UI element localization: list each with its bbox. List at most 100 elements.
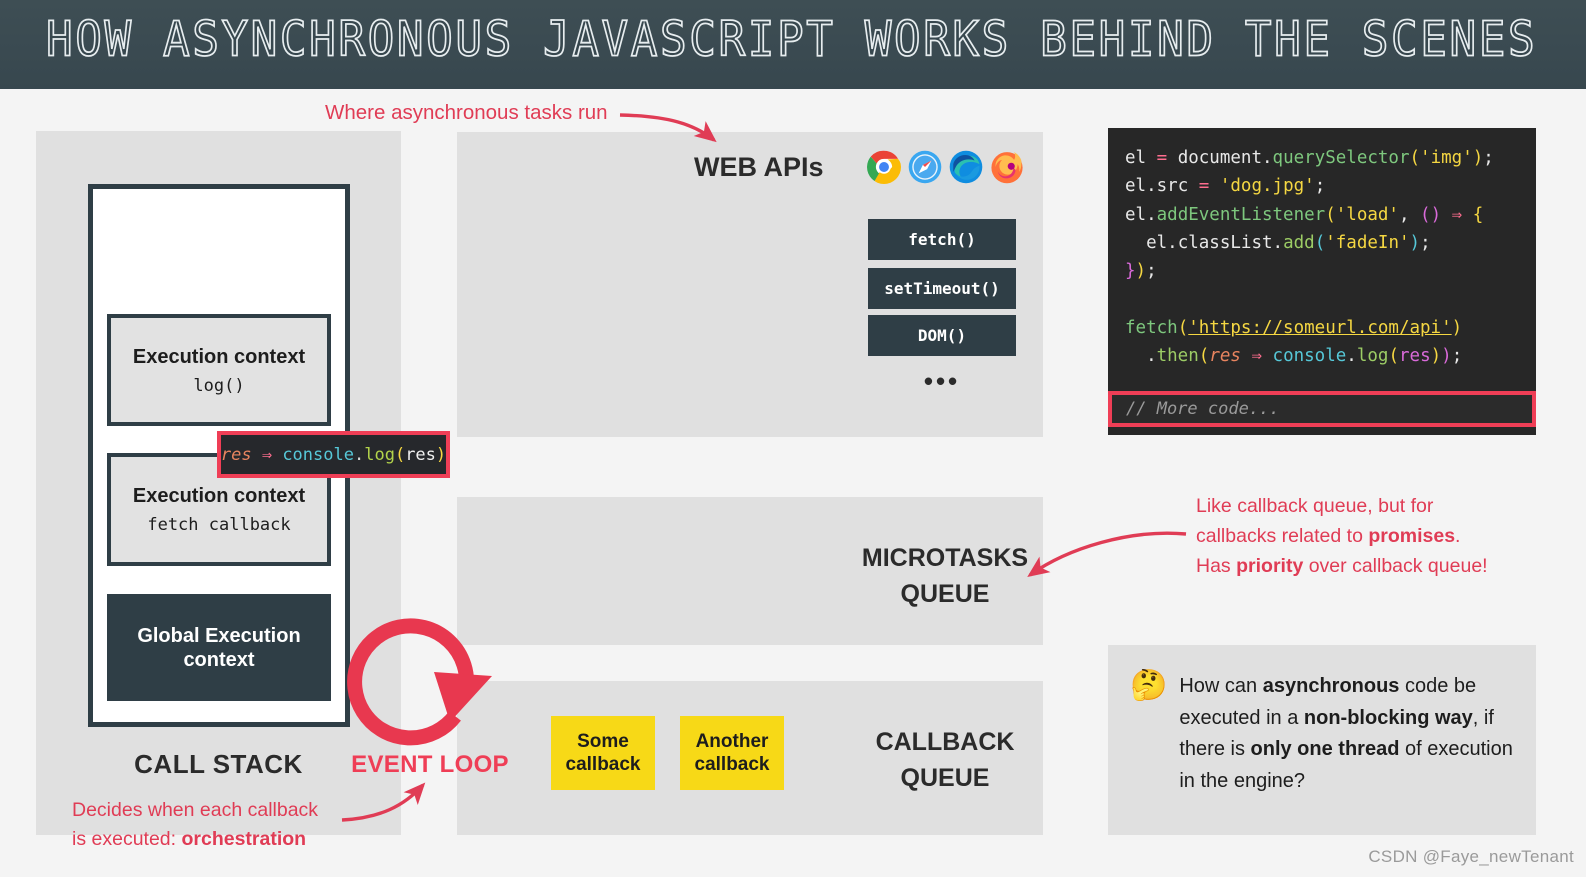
code-token: ): [1135, 261, 1147, 282]
micro-note-promises: promises: [1368, 524, 1456, 547]
callback-card-another[interactable]: Another callback: [680, 716, 784, 790]
code-token: (: [1198, 346, 1210, 367]
code-token: el: [1125, 233, 1168, 254]
global-execution-context: Global Execution context: [107, 594, 331, 701]
code-token: (: [1314, 233, 1326, 254]
code-token: 'fadeIn': [1325, 233, 1410, 254]
code-token: (: [1325, 204, 1336, 225]
browser-icons-group: [867, 150, 1024, 184]
decides-line1: Decides when each callback: [72, 799, 319, 821]
code-line: fetch('https://someurl.com/api'): [1125, 314, 1536, 342]
question-emphasis: only one thread: [1250, 738, 1400, 761]
tooltip-arrow-glyph: ⇒: [261, 444, 273, 465]
tooltip-log: log: [364, 444, 395, 465]
code-line: el.src = 'dog.jpg';: [1125, 172, 1536, 200]
execution-context-log: Execution context log(): [107, 314, 331, 426]
code-token: document: [1177, 148, 1262, 168]
code-token: log: [1356, 346, 1389, 367]
microtasks-line2: QUEUE: [900, 580, 990, 609]
chrome-icon: [867, 150, 901, 184]
microtasks-queue-label: MICROTASKS QUEUE: [845, 540, 1045, 613]
code-token: }: [1125, 261, 1136, 282]
question-content: 🤔 How can asynchronous code be executed …: [1108, 645, 1536, 835]
micro-note-line2-prefix: callbacks related to: [1196, 524, 1369, 547]
code-token: add: [1283, 233, 1315, 254]
res-callback-tooltip: res ⇒ console. log(res): [217, 431, 450, 478]
code-line: el.classList.add('fadeIn');: [1125, 229, 1536, 257]
micro-note-line3-suffix: over callback queue!: [1303, 554, 1488, 577]
web-apis-title: WEB APIs: [694, 152, 824, 182]
safari-icon: [908, 150, 942, 184]
code-token: res: [1399, 346, 1431, 367]
watermark: CSDN @Faye_newTenant: [1368, 847, 1574, 866]
code-token: ;: [1420, 233, 1431, 254]
microtasks-note: Like callback queue, but for callbacks r…: [1196, 492, 1536, 581]
tooltip-inner-res: res: [405, 444, 436, 465]
code-token: 'img': [1420, 148, 1473, 168]
arrow-microtasks-note: [1027, 531, 1187, 577]
web-api-ellipsis: •••: [923, 366, 961, 396]
firefox-icon: [990, 150, 1024, 184]
callback-line2: QUEUE: [900, 764, 990, 793]
tooltip-open-paren: (: [394, 444, 406, 465]
tooltip-close-paren: ): [435, 444, 447, 465]
decides-callback-note: Decides when each callback is executed: …: [72, 796, 402, 855]
micro-note-line1: Like callback queue, but for: [1196, 495, 1434, 517]
event-loop-label: EVENT LOOP: [351, 751, 509, 778]
code-token: ⇒: [1441, 204, 1473, 225]
code-token: (: [1388, 346, 1399, 367]
code-token: =: [1156, 148, 1178, 168]
code-token: addEventListener: [1156, 204, 1326, 225]
decides-line2-prefix: is executed:: [72, 828, 182, 851]
code-token: (: [1177, 318, 1189, 339]
callback-card-some[interactable]: Some callback: [551, 716, 655, 790]
header-bar: HOW ASYNCHRONOUS JAVASCRIPT WORKS BEHIND…: [0, 0, 1586, 89]
decides-orchestration: orchestration: [181, 828, 307, 851]
execution-context-title: Execution context: [132, 485, 306, 507]
web-api-dom-button[interactable]: DOM(): [868, 315, 1016, 356]
code-token: console: [1272, 346, 1347, 367]
where-async-tasks-note: Where asynchronous tasks run: [325, 101, 608, 124]
global-execution-context-label: Global Execution context: [137, 624, 301, 671]
code-token: =: [1198, 176, 1220, 197]
code-token: el: [1125, 204, 1147, 225]
code-token: el: [1125, 176, 1147, 197]
microtasks-line1: MICROTASKS: [861, 544, 1029, 572]
code-line: el = document.querySelector('img');: [1125, 144, 1536, 172]
code-token: querySelector: [1272, 148, 1410, 168]
code-token: classList: [1177, 233, 1273, 254]
code-token: ): [1441, 346, 1452, 367]
code-token: ;: [1483, 148, 1494, 168]
code-token: ): [1451, 318, 1463, 339]
execution-context-sub: fetch callback: [147, 515, 291, 535]
execution-context-sub: log(): [193, 375, 245, 396]
code-token: 'load': [1335, 204, 1399, 225]
more-code-highlight: // More code...: [1108, 391, 1536, 427]
web-api-settimeout-button[interactable]: setTimeout(): [868, 268, 1016, 309]
code-token: 'dog.jpg': [1219, 176, 1315, 197]
callback-line1: CALLBACK: [875, 728, 1015, 756]
code-token: {: [1472, 204, 1484, 225]
code-token: ;: [1146, 261, 1157, 282]
edge-icon: [949, 150, 983, 184]
question-text: How can asynchronous code be executed in…: [1179, 671, 1514, 835]
micro-note-line2-suffix: .: [1455, 524, 1461, 547]
code-editor-panel: el = document.querySelector('img'); el.sr…: [1108, 128, 1536, 435]
code-token: .: [1167, 233, 1178, 254]
code-token: ): [1409, 233, 1421, 254]
page-title: HOW ASYNCHRONOUS JAVASCRIPT WORKS BEHIND…: [45, 11, 1538, 69]
micro-note-line3-prefix: Has: [1196, 554, 1237, 577]
code-token: ⇒: [1240, 346, 1273, 367]
code-token: ): [1430, 346, 1442, 367]
code-block: el = document.querySelector('img'); el.sr…: [1108, 144, 1536, 371]
code-token: .: [1272, 233, 1284, 254]
code-token: ,: [1398, 204, 1421, 225]
code-token: ;: [1451, 346, 1463, 367]
code-token: ): [1472, 148, 1484, 168]
code-token: 'https://someurl.com/api': [1188, 318, 1452, 339]
question-emphasis: non-blocking way: [1303, 706, 1473, 729]
code-token: el: [1125, 148, 1157, 168]
code-token: .: [1146, 204, 1157, 225]
web-api-fetch-button[interactable]: fetch(): [868, 219, 1016, 260]
code-token: ;: [1314, 176, 1326, 197]
